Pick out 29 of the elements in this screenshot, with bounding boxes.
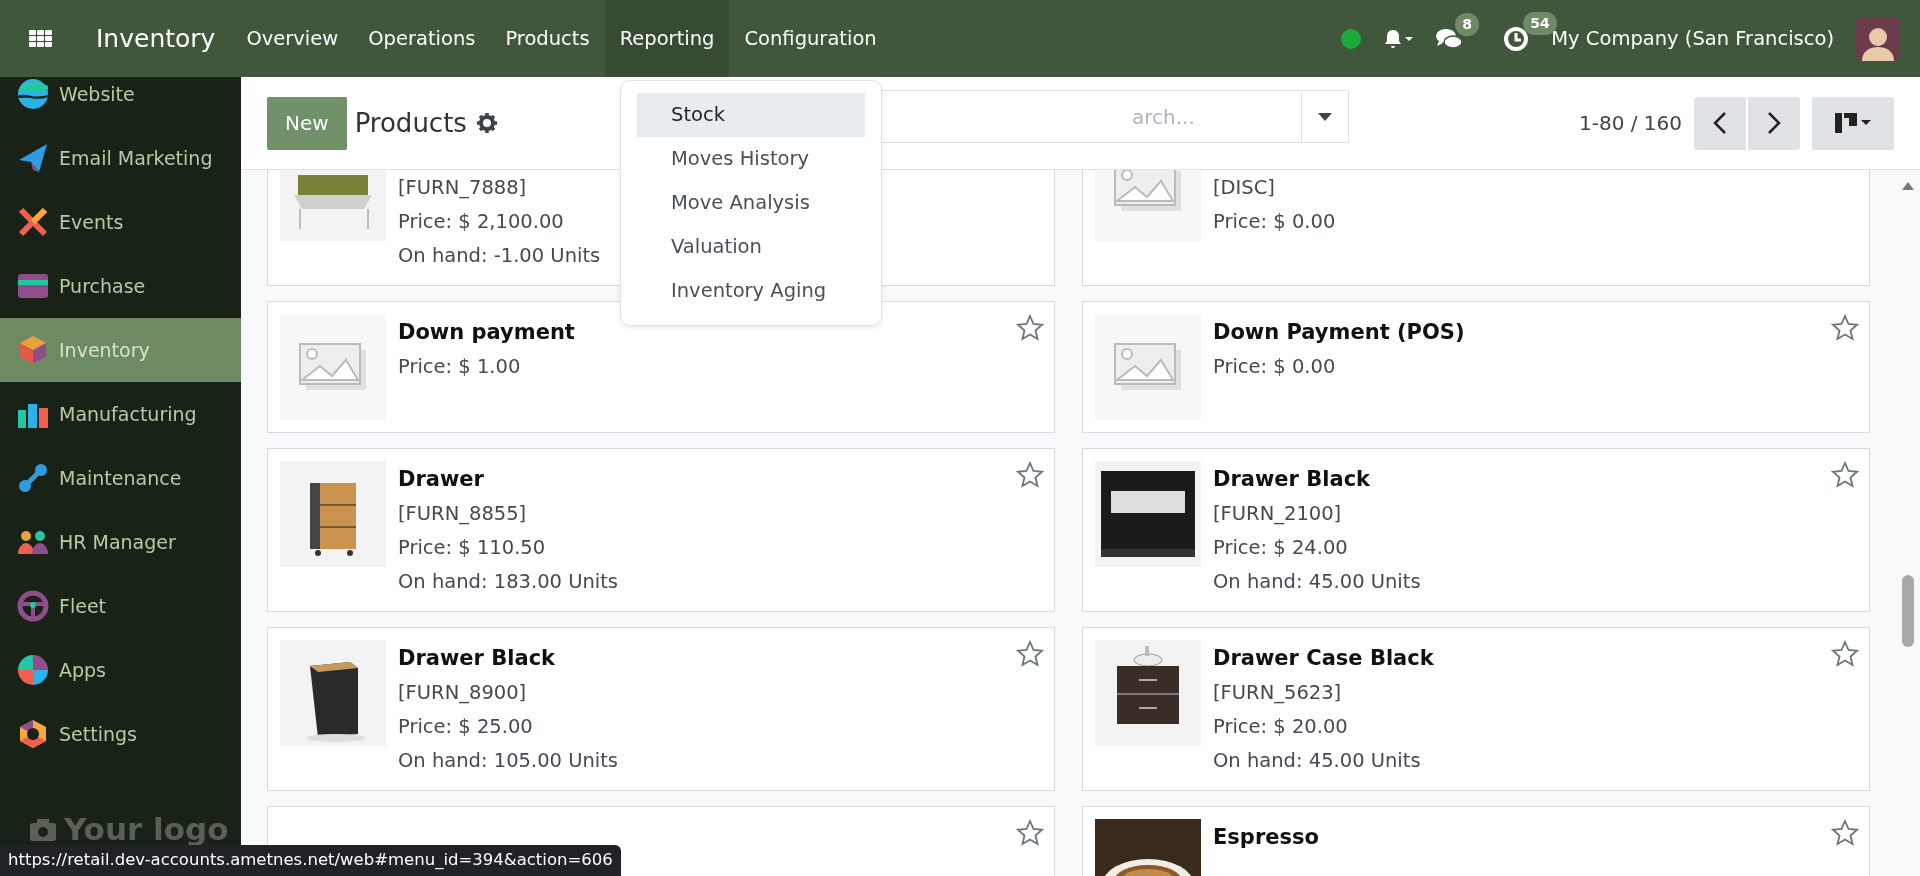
product-price: Price: $ 0.00 (1213, 209, 1336, 235)
product-price: Price: $ 25.00 (398, 714, 534, 740)
product-price: Price: $ 24.00 (1213, 535, 1349, 561)
on-hand-quantity: On hand: -1.00 Units (398, 243, 601, 269)
product-name: Drawer (398, 466, 485, 493)
product-price: Price: $ 2,100.00 (398, 209, 565, 235)
on-hand-quantity: On hand: 45.00 Units (1213, 748, 1422, 774)
product-name: Down Payment (POS) (1213, 319, 1465, 346)
on-hand-quantity: On hand: 105.00 Units (398, 748, 618, 774)
product-name: Drawer Black (1213, 466, 1372, 493)
product-code: [FURN_8900] (398, 680, 528, 706)
message-count: 8 (1455, 12, 1480, 36)
product-code: [DISC] (1213, 175, 1276, 201)
product-name: Down payment (398, 319, 575, 346)
product-name: Espresso (1213, 824, 1319, 851)
product-code: [FURN_2100] (1213, 501, 1343, 527)
product-price: Price: $ 0.00 (1213, 354, 1337, 380)
on-hand-quantity: On hand: 45.00 Units (1213, 569, 1421, 595)
product-price: Price: $ 20.00 (1213, 714, 1349, 740)
product-code: [FURN_5623] (1213, 680, 1343, 706)
product-price: Price: $ 1.00 (398, 354, 522, 380)
product-code: [FURN_8855] (398, 501, 528, 527)
link-url-tooltip: https://retail.dev-accounts.ametnes.net/web#menu_id=394&action=606 (0, 845, 621, 876)
product-name: Drawer Black (398, 645, 557, 672)
page-title: Products (354, 106, 467, 140)
product-code: [FURN_7888] (398, 175, 528, 201)
product-name: Drawer Case Black (1213, 645, 1434, 672)
on-hand-quantity: On hand: 183.00 Units (398, 569, 618, 595)
product-price: Price: $ 110.50 (398, 535, 547, 561)
